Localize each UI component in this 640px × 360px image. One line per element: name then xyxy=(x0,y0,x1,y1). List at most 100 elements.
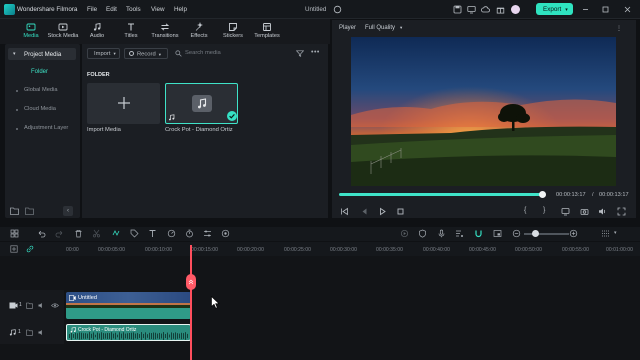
waveform-bar xyxy=(131,332,132,340)
folder-icon[interactable] xyxy=(26,302,33,309)
snapshot-icon[interactable] xyxy=(580,207,589,216)
zoom-slider-track[interactable] xyxy=(524,233,569,235)
cloud-upload-icon[interactable] xyxy=(481,5,490,14)
waveform-bar xyxy=(113,333,114,339)
sidebar-item-folder[interactable]: Folder xyxy=(31,69,48,75)
chevron-down-icon[interactable]: ▾ xyxy=(614,230,617,236)
layout-grid-icon[interactable] xyxy=(10,229,19,238)
playhead-handle[interactable] xyxy=(186,274,196,290)
more-vertical-icon[interactable]: ⋮ xyxy=(616,25,622,32)
play-reverse-icon[interactable] xyxy=(360,207,369,216)
collapse-sidebar-icon[interactable]: ‹ xyxy=(63,206,73,216)
timer-icon[interactable] xyxy=(185,229,194,238)
tab-stock-media[interactable]: Stock Media xyxy=(46,21,80,43)
sidebar-item-global-media[interactable]: Global Media xyxy=(24,87,58,93)
eye-icon[interactable] xyxy=(51,302,59,309)
menu-file[interactable]: File xyxy=(87,6,97,13)
chevron-down-icon: ▾ xyxy=(13,51,16,57)
menu-help[interactable]: Help xyxy=(174,6,187,13)
fullscreen-icon[interactable] xyxy=(617,207,626,216)
play-icon[interactable] xyxy=(378,207,387,216)
menu-tools[interactable]: Tools xyxy=(126,6,141,13)
playhead[interactable] xyxy=(190,245,192,360)
adjust-icon[interactable] xyxy=(203,229,212,238)
sidebar-item-cloud-media[interactable]: Cloud Media xyxy=(24,106,56,112)
redo-icon[interactable] xyxy=(55,229,64,238)
video-clip[interactable]: Untitled xyxy=(66,292,191,319)
microphone-icon[interactable] xyxy=(437,229,446,238)
mark-out-icon[interactable]: } xyxy=(543,207,552,216)
close-icon[interactable] xyxy=(623,5,632,14)
search-input[interactable]: Search media xyxy=(172,48,292,59)
export-label: Export xyxy=(543,5,562,13)
gift-icon[interactable] xyxy=(496,5,505,14)
ai-tools-icon[interactable] xyxy=(221,229,230,238)
chevron-down-icon: ▾ xyxy=(400,25,403,30)
waveform-bar xyxy=(89,332,90,340)
waveform-bar xyxy=(127,333,128,339)
save-icon[interactable] xyxy=(453,5,462,14)
media-tile-crock-pot[interactable] xyxy=(165,83,238,124)
keyframe-icon[interactable] xyxy=(112,229,121,238)
minimize-icon[interactable] xyxy=(581,5,590,14)
folder-icon[interactable] xyxy=(26,329,33,336)
sidebar-item-adjustment-layer[interactable]: Adjustment Layer xyxy=(24,125,68,131)
mark-in-icon[interactable]: { xyxy=(524,207,533,216)
tab-templates[interactable]: Templates xyxy=(250,21,284,43)
menu-edit[interactable]: Edit xyxy=(106,6,117,13)
mute-icon[interactable] xyxy=(38,302,45,309)
record-dropdown[interactable]: Record ▾ xyxy=(124,48,168,59)
info-icon[interactable] xyxy=(333,5,342,14)
tab-audio[interactable]: Audio xyxy=(80,21,114,43)
timeline-ruler[interactable] xyxy=(0,242,640,256)
undo-icon[interactable] xyxy=(37,229,46,238)
menu-view[interactable]: View xyxy=(151,6,165,13)
delete-icon[interactable] xyxy=(74,229,83,238)
render-icon[interactable] xyxy=(400,229,409,238)
export-button[interactable]: Export ▾ xyxy=(536,3,573,15)
pip-icon[interactable] xyxy=(493,229,502,238)
screen-icon[interactable] xyxy=(467,5,476,14)
document-title: Untitled xyxy=(305,6,327,13)
tab-effects[interactable]: Effects xyxy=(182,21,216,43)
avatar[interactable] xyxy=(511,5,520,14)
tab-transitions[interactable]: Transitions xyxy=(148,21,182,43)
shield-icon[interactable] xyxy=(418,229,427,238)
tab-media[interactable]: Media xyxy=(14,21,48,43)
view-options-icon[interactable] xyxy=(601,229,610,238)
magnet-icon[interactable] xyxy=(474,229,483,238)
mute-icon[interactable] xyxy=(38,329,45,336)
import-media-tile[interactable] xyxy=(87,83,160,124)
zoom-out-icon[interactable] xyxy=(512,229,521,238)
playback-progress-bar[interactable] xyxy=(339,193,542,196)
link-icon[interactable] xyxy=(26,245,34,253)
filter-icon[interactable] xyxy=(296,50,304,57)
tab-stickers[interactable]: Stickers xyxy=(216,21,250,43)
cut-icon[interactable] xyxy=(92,229,101,238)
folder-icon[interactable] xyxy=(25,207,34,215)
playback-scrubber-handle[interactable] xyxy=(539,191,546,198)
add-track-icon[interactable] xyxy=(10,245,18,253)
waveform-bar xyxy=(135,333,136,339)
more-icon[interactable]: ••• xyxy=(311,49,320,56)
waveform-bar xyxy=(107,333,108,339)
volume-icon[interactable] xyxy=(598,207,607,216)
audio-clip[interactable]: Crock Pot - Diamond Ortiz xyxy=(66,324,191,341)
new-folder-icon[interactable] xyxy=(10,207,19,215)
quality-dropdown[interactable]: Full Quality ▾ xyxy=(365,25,402,31)
sidebar-item-project-media[interactable]: ▾ Project Media xyxy=(8,48,76,60)
tab-titles[interactable]: Titles xyxy=(114,21,148,43)
title-bar: Wondershare Filmora File Edit Tools View… xyxy=(0,0,640,19)
tag-icon[interactable] xyxy=(130,229,139,238)
waveform-bar xyxy=(93,332,94,340)
stop-icon[interactable] xyxy=(396,207,405,216)
zoom-in-icon[interactable] xyxy=(569,229,578,238)
previous-frame-icon[interactable] xyxy=(340,207,349,216)
maximize-icon[interactable] xyxy=(601,5,610,14)
list-music-icon[interactable] xyxy=(455,229,464,238)
display-icon[interactable] xyxy=(561,207,570,216)
import-dropdown[interactable]: Import ▾ xyxy=(87,48,120,59)
zoom-slider-handle[interactable] xyxy=(532,230,539,237)
text-icon[interactable] xyxy=(148,229,157,238)
speed-icon[interactable] xyxy=(167,229,176,238)
